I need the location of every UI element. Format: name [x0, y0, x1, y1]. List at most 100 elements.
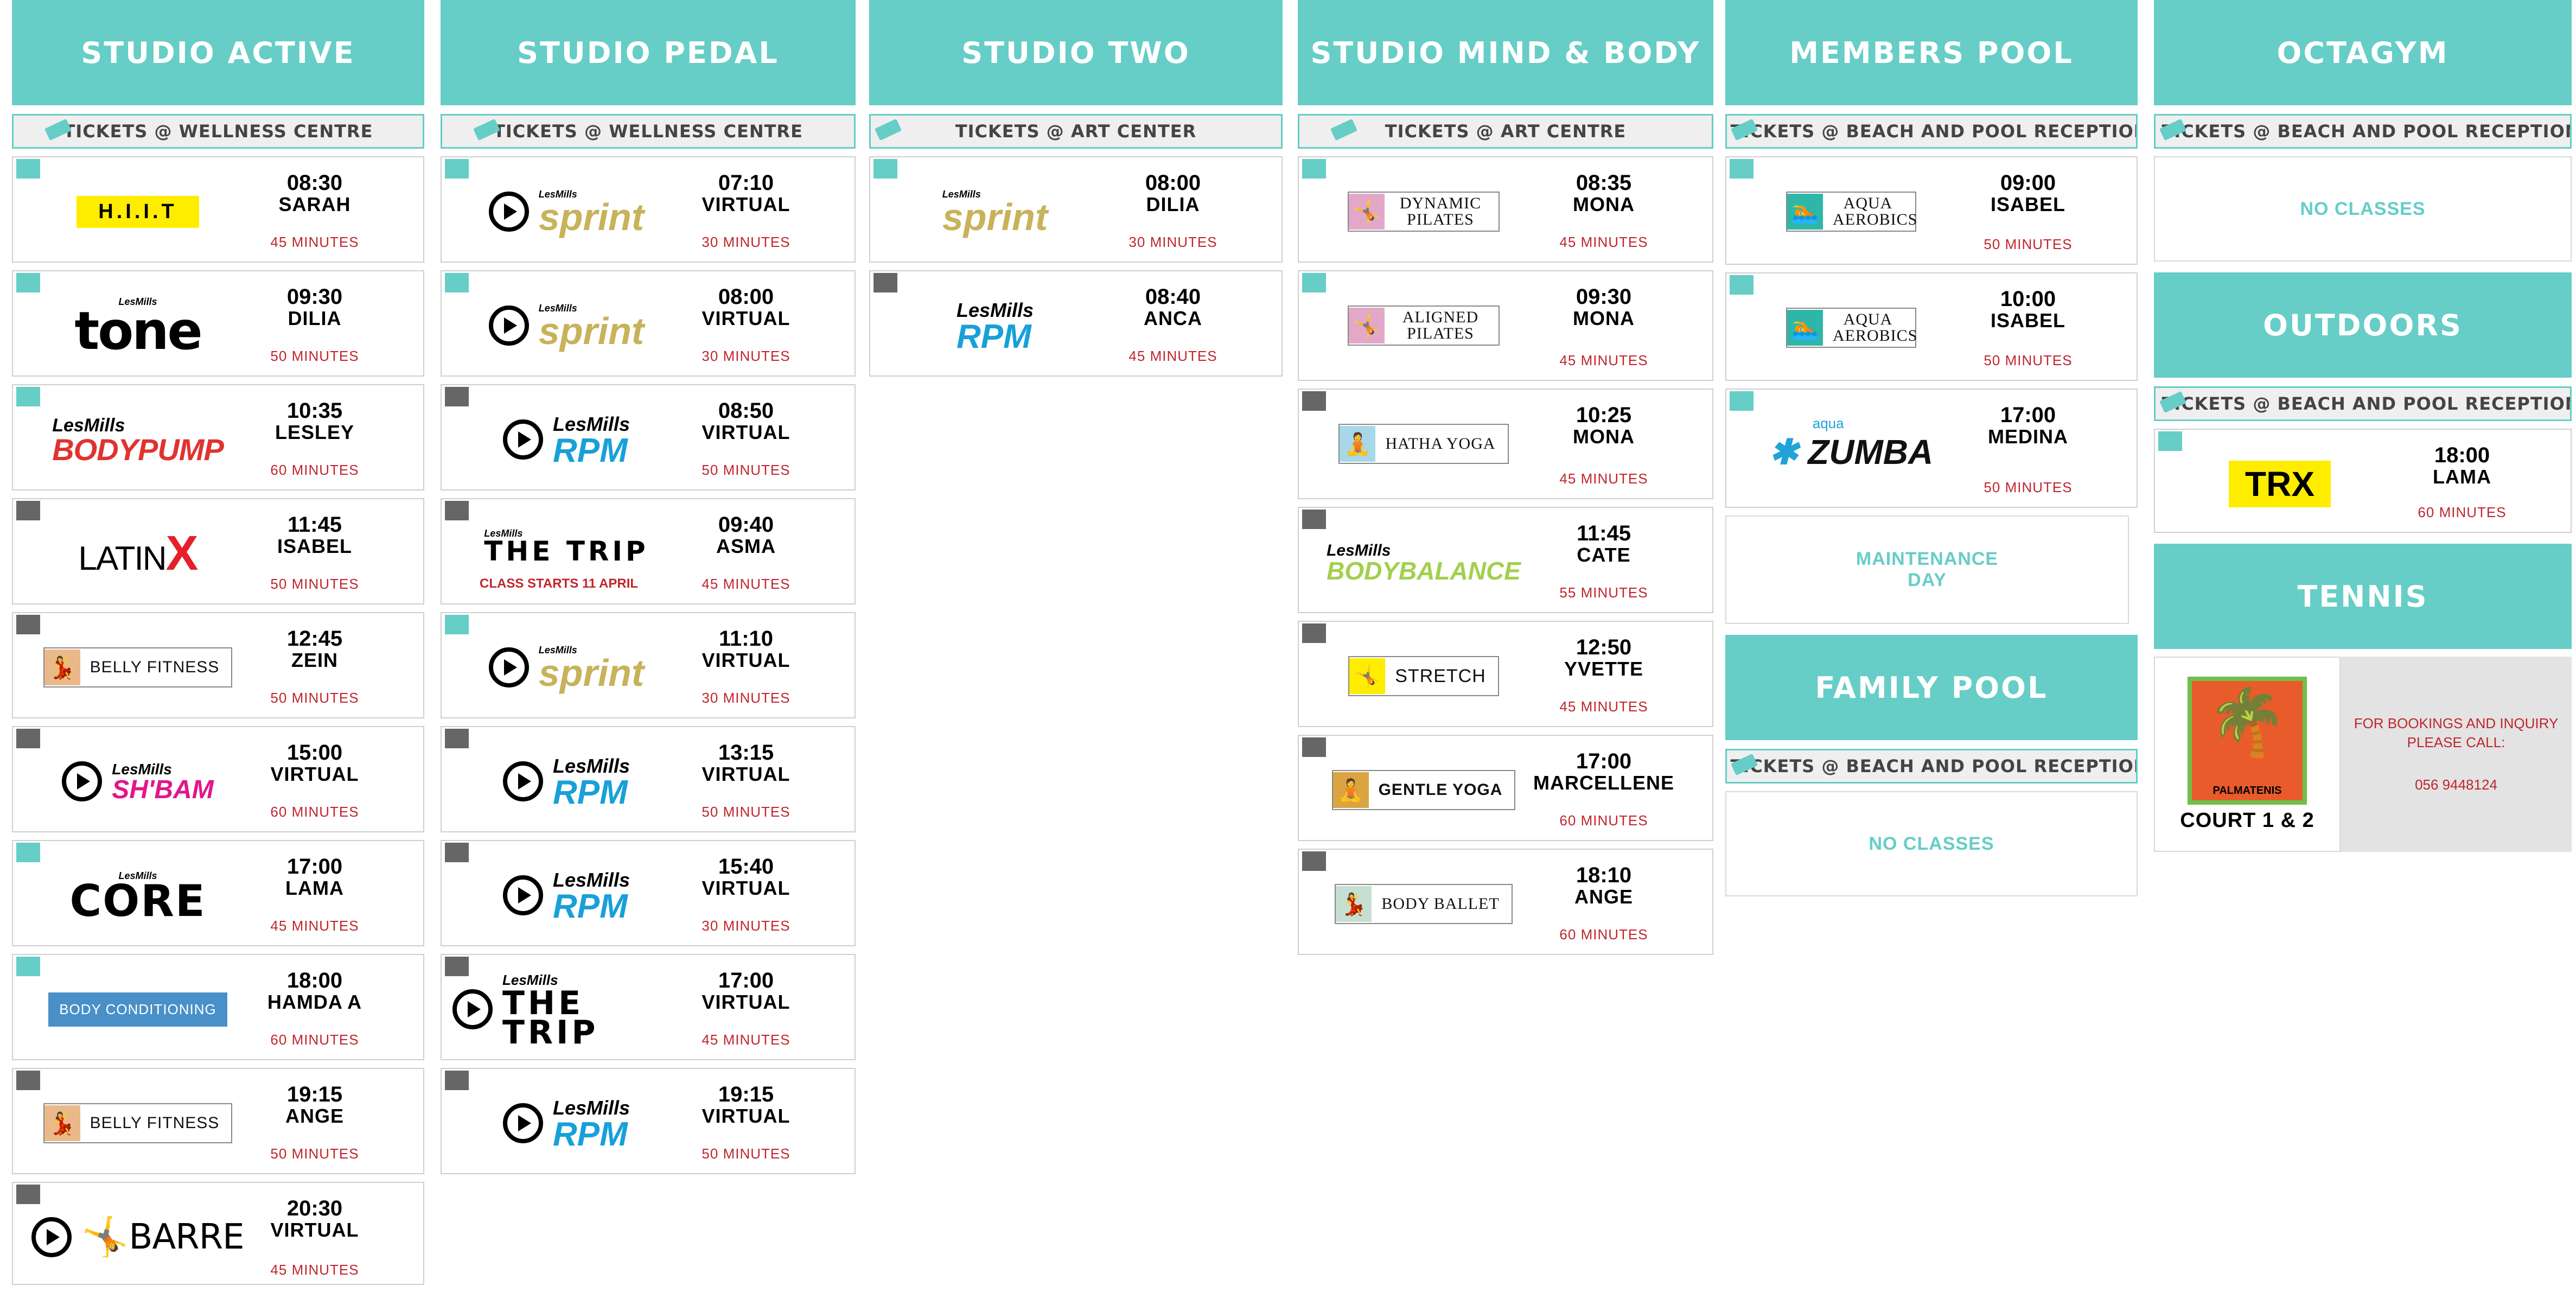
instructor: MONA	[1573, 307, 1635, 329]
tickets-banner: TICKETS @ WELLNESS CENTRE	[441, 114, 856, 149]
class-card[interactable]: aqua ✱ ZUMBA 17:00 MEDINA 50 MINUTES	[1725, 389, 2138, 508]
class-duration: 50 MINUTES	[270, 576, 359, 592]
class-card[interactable]: BODY CONDITIONING 18:00 HAMDA A 60 MINUTE…	[12, 954, 424, 1060]
class-card[interactable]: LesMills tone 09:30 DILIA 50 MINUTES	[12, 270, 424, 377]
class-logo: LATINX	[78, 526, 198, 581]
class-duration: 60 MINUTES	[270, 804, 359, 820]
column-studio-two: STUDIO TWO TICKETS @ ART CENTER LesMills…	[869, 0, 1283, 377]
status-marker	[873, 159, 897, 179]
instructor: LAMA	[2433, 466, 2491, 488]
class-card[interactable]: LesMills THE TRIP 17:00 VIRTUAL 45 MINUTES	[441, 954, 856, 1060]
class-duration: 30 MINUTES	[702, 348, 790, 364]
status-marker	[2158, 431, 2182, 451]
instructor: VIRTUAL	[702, 1105, 790, 1127]
class-time: 09:30 MONA	[1533, 285, 1674, 329]
yoga-icon: 🧘	[1332, 772, 1369, 808]
class-logo: LesMills RPM	[458, 407, 675, 472]
no-classes-notice: NO CLASSES	[1725, 791, 2138, 896]
class-card[interactable]: LesMills THE TRIP CLASS STARTS 11 APRIL 0…	[441, 498, 856, 604]
class-card[interactable]: LesMills BODYBALANCE 11:45 CATE 55 MINUTES	[1298, 507, 1713, 613]
class-card[interactable]: LesMills RPM 08:40 ANCA 45 MINUTES	[869, 270, 1283, 377]
class-time: 08:50 VIRTUAL	[675, 399, 817, 443]
status-marker	[16, 387, 40, 406]
class-card[interactable]: LesMills sprint 08:00 VIRTUAL 30 MINUTES	[441, 270, 856, 377]
status-marker	[16, 843, 40, 862]
class-time: 13:15 VIRTUAL	[675, 741, 817, 785]
class-logo: LesMills CORE	[69, 870, 206, 926]
class-card[interactable]: LesMills RPM 13:15 VIRTUAL 50 MINUTES	[441, 726, 856, 832]
play-icon	[488, 305, 529, 346]
class-time: 18:00 HAMDA A	[244, 969, 385, 1013]
class-time: 09:40 ASMA	[675, 513, 817, 557]
class-card[interactable]: 💃 BODY BALLET 18:10 ANGE 60 MINUTES	[1298, 849, 1713, 955]
class-card[interactable]: 🏊 AQUA AEROBICS 10:00 ISABEL 50 MINUTES	[1725, 272, 2138, 381]
class-card[interactable]: 🤸 ALIGNED PILATES 09:30 MONA 45 MINUTES	[1298, 270, 1713, 381]
class-time: 08:30 SARAH	[244, 171, 385, 215]
class-logo: 🤸 STRETCH	[1315, 644, 1532, 709]
instructor: VIRTUAL	[702, 307, 790, 329]
studio-header: STUDIO TWO	[869, 0, 1283, 105]
class-card[interactable]: LesMills SH'BAM 15:00 VIRTUAL 60 MINUTES	[12, 726, 424, 832]
class-duration: 45 MINUTES	[1128, 348, 1217, 364]
class-card[interactable]: LesMills sprint 11:10 VIRTUAL 30 MINUTES	[441, 612, 856, 718]
status-marker	[1302, 510, 1326, 529]
status-marker	[445, 273, 469, 292]
class-logo: H.I.I.T	[29, 179, 246, 244]
class-card[interactable]: LesMills RPM 08:50 VIRTUAL 50 MINUTES	[441, 384, 856, 491]
class-card[interactable]: 🤸 DYNAMIC PILATES 08:35 MONA 45 MINUTES	[1298, 156, 1713, 263]
class-duration: 30 MINUTES	[702, 918, 790, 934]
class-card[interactable]: LesMills RPM 15:40 VIRTUAL 30 MINUTES	[441, 840, 856, 946]
no-classes-notice: NO CLASSES	[2154, 156, 2572, 262]
outdoors-header: OUTDOORS	[2154, 272, 2572, 378]
instructor: SARAH	[278, 193, 351, 215]
status-marker	[445, 729, 469, 748]
status-marker	[1302, 623, 1326, 643]
class-card[interactable]: LesMills BODYPUMP 10:35 LESLEY 60 MINUTES	[12, 384, 424, 491]
class-card[interactable]: 🤸 BARRE 20:30 VIRTUAL 45 MINUTES	[12, 1182, 424, 1285]
instructor: CATE	[1577, 544, 1631, 566]
class-card[interactable]: LATINX 11:45 ISABEL 50 MINUTES	[12, 498, 424, 604]
instructor: VIRTUAL	[702, 763, 790, 785]
class-duration: 45 MINUTES	[702, 1032, 790, 1048]
class-duration: 60 MINUTES	[2418, 504, 2507, 520]
class-logo: 🏊 AQUA AEROBICS	[1743, 179, 1960, 244]
instructor: ANCA	[1144, 307, 1202, 329]
class-logo: LesMills sprint	[458, 179, 675, 244]
class-logo: 🏊 AQUA AEROBICS	[1743, 295, 1960, 360]
stretch-icon: 🤸	[1349, 658, 1386, 694]
pool-header: MEMBERS POOL	[1725, 0, 2138, 105]
pilates-icon: 🤸	[1349, 194, 1385, 230]
class-time: 09:30 DILIA	[244, 285, 385, 329]
class-card[interactable]: 🏊 AQUA AEROBICS 09:00 ISABEL 50 MINUTES	[1725, 156, 2138, 265]
status-marker	[1302, 159, 1326, 179]
maintenance-notice: MAINTENANCE DAY	[1725, 515, 2129, 624]
class-card[interactable]: H.I.I.T 08:30 SARAH 45 MINUTES	[12, 156, 424, 263]
booking-info: FOR BOOKINGS AND INQUIRY PLEASE CALL: 05…	[2341, 657, 2572, 852]
status-marker	[1730, 159, 1754, 179]
studio-header: STUDIO PEDAL	[441, 0, 856, 105]
class-card[interactable]: LesMills sprint 08:00 DILIA 30 MINUTES	[869, 156, 1283, 263]
class-logo: LesMills SH'BAM	[29, 749, 246, 814]
class-card[interactable]: 🧘 GENTLE YOGA 17:00 MARCELLENE 60 MINUTES	[1298, 735, 1713, 841]
class-card[interactable]: LesMills CORE 17:00 LAMA 45 MINUTES	[12, 840, 424, 946]
class-card[interactable]: LesMills sprint 07:10 VIRTUAL 30 MINUTES	[441, 156, 856, 263]
swimmer-icon: 🏊	[1787, 310, 1823, 346]
class-card[interactable]: 💃 BELLY FITNESS 19:15 ANGE 50 MINUTES	[12, 1068, 424, 1174]
class-logo: LesMills BODYPUMP	[52, 415, 224, 467]
class-time: 20:30 VIRTUAL	[244, 1197, 385, 1240]
class-time: 15:40 VIRTUAL	[675, 855, 817, 899]
class-duration: 60 MINUTES	[270, 1032, 359, 1048]
instructor: VIRTUAL	[702, 991, 790, 1013]
class-card[interactable]: 🤸 STRETCH 12:50 YVETTE 45 MINUTES	[1298, 621, 1713, 727]
class-duration: 45 MINUTES	[270, 918, 359, 934]
class-card[interactable]: TRX 18:00 LAMA 60 MINUTES	[2154, 429, 2572, 533]
class-logo: LesMills tone	[74, 296, 202, 362]
instructor: VIRTUAL	[702, 421, 790, 443]
class-time: 11:45 CATE	[1533, 522, 1674, 565]
instructor: ISABEL	[1990, 193, 2065, 215]
phone-number[interactable]: 056 9448124	[2415, 775, 2497, 794]
class-card[interactable]: 💃 BELLY FITNESS 12:45 ZEIN 50 MINUTES	[12, 612, 424, 718]
tickets-banner: TICKETS @ ART CENTRE	[1298, 114, 1713, 149]
class-card[interactable]: LesMills RPM 19:15 VIRTUAL 50 MINUTES	[441, 1068, 856, 1174]
class-card[interactable]: 🧘 HATHA YOGA 10:25 MONA 45 MINUTES	[1298, 389, 1713, 499]
